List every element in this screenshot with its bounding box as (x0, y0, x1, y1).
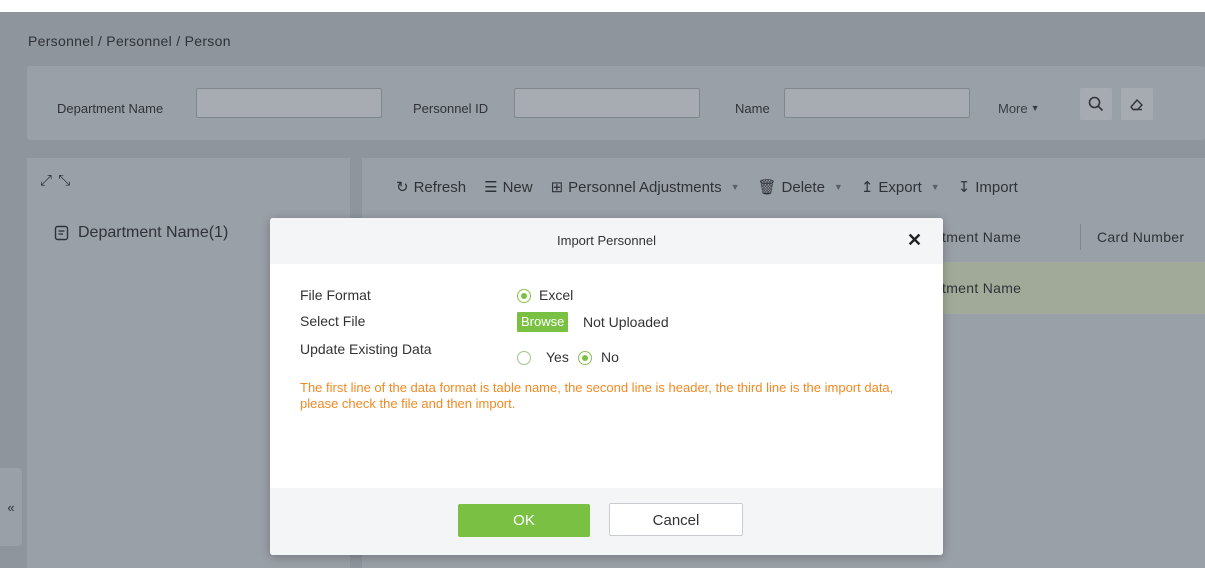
adjust-icon: ⊞ (550, 179, 564, 196)
column-header-department[interactable]: tment Name (942, 229, 1021, 245)
caret-down-icon: ▼ (930, 182, 940, 192)
adjustments-label: Personnel Adjustments (568, 178, 722, 196)
new-label: New (502, 178, 533, 196)
import-button[interactable]: ↧ Import (957, 178, 1018, 197)
double-chevron-left-icon: « (7, 499, 15, 515)
caret-down-icon: ▼ (1030, 103, 1040, 113)
personnel-id-input[interactable] (514, 88, 700, 118)
export-button[interactable]: ↥ Export ▼ (860, 178, 940, 197)
refresh-button[interactable]: ↻ Refresh (396, 178, 467, 197)
delete-button[interactable]: 🗑 Delete ▼ (757, 178, 843, 197)
grid-toolbar: ↻ Refresh ☰ New ⊞ Personnel Adjustments ▼ 🗑 D… (396, 178, 1036, 197)
import-personnel-dialog: Import Personnel ✕ File Format Excel Sel… (270, 218, 943, 555)
close-icon[interactable]: ✕ (907, 230, 922, 251)
dialog-title: Import Personnel (557, 233, 656, 248)
search-button[interactable] (1080, 88, 1112, 120)
table-cell-department: tment Name (942, 280, 1022, 296)
export-icon: ↥ (860, 179, 874, 196)
import-label: Import (975, 178, 1018, 196)
collapse-icon[interactable]: ⤡ (58, 172, 71, 189)
expand-collapse-icons[interactable]: ⤢ ⤡ (40, 172, 71, 189)
document-icon (54, 225, 69, 240)
excel-option-label: Excel (539, 287, 574, 303)
trash-icon: 🗑 (757, 179, 777, 196)
sidebar-toggle-button[interactable]: « (0, 468, 22, 546)
file-status: Not Uploaded (583, 314, 669, 330)
ok-button[interactable]: OK (458, 504, 590, 537)
column-divider (1080, 224, 1081, 250)
more-dropdown[interactable]: More ▼ (998, 101, 1040, 116)
expand-icon[interactable]: ⤢ (40, 172, 53, 189)
file-format-label: File Format (300, 287, 371, 303)
import-icon: ↧ (957, 179, 971, 196)
clear-button[interactable] (1121, 88, 1153, 120)
caret-down-icon: ▼ (833, 182, 843, 192)
no-radio[interactable] (578, 351, 592, 365)
department-name-input[interactable] (196, 88, 382, 118)
refresh-icon: ↻ (396, 179, 409, 196)
tree-item-label: Department Name(1) (78, 224, 229, 241)
eraser-icon (1130, 98, 1143, 111)
name-label: Name (735, 101, 770, 116)
dialog-footer (270, 488, 943, 555)
personnel-id-label: Personnel ID (413, 101, 489, 116)
new-button[interactable]: ☰ New (484, 178, 533, 197)
refresh-label: Refresh (413, 178, 467, 196)
select-file-label: Select File (300, 313, 366, 329)
excel-radio[interactable] (517, 289, 531, 303)
export-label: Export (878, 178, 922, 196)
cancel-button[interactable]: Cancel (609, 503, 743, 536)
import-hint-text: The first line of the data format is tab… (300, 380, 894, 411)
yes-radio[interactable] (517, 351, 531, 365)
delete-label: Delete (781, 178, 825, 196)
no-option-label: No (601, 349, 619, 365)
column-header-card-number[interactable]: Card Number (1097, 229, 1184, 245)
add-list-icon: ☰ (484, 179, 498, 196)
search-icon (1088, 96, 1104, 112)
update-existing-data-label: Update Existing Data (300, 341, 432, 357)
yes-option-label: Yes (546, 349, 569, 365)
department-name-label: Department Name (57, 101, 164, 116)
name-input[interactable] (784, 88, 970, 118)
top-gap (0, 0, 1205, 12)
tree-item-department[interactable]: Department Name(1) (54, 224, 228, 242)
more-label: More (998, 101, 1028, 116)
personnel-adjustments-button[interactable]: ⊞ Personnel Adjustments ▼ (550, 178, 740, 197)
browse-button[interactable]: Browse (517, 312, 569, 332)
breadcrumb: Personnel / Personnel / Person (28, 33, 231, 49)
caret-down-icon: ▼ (730, 182, 740, 192)
